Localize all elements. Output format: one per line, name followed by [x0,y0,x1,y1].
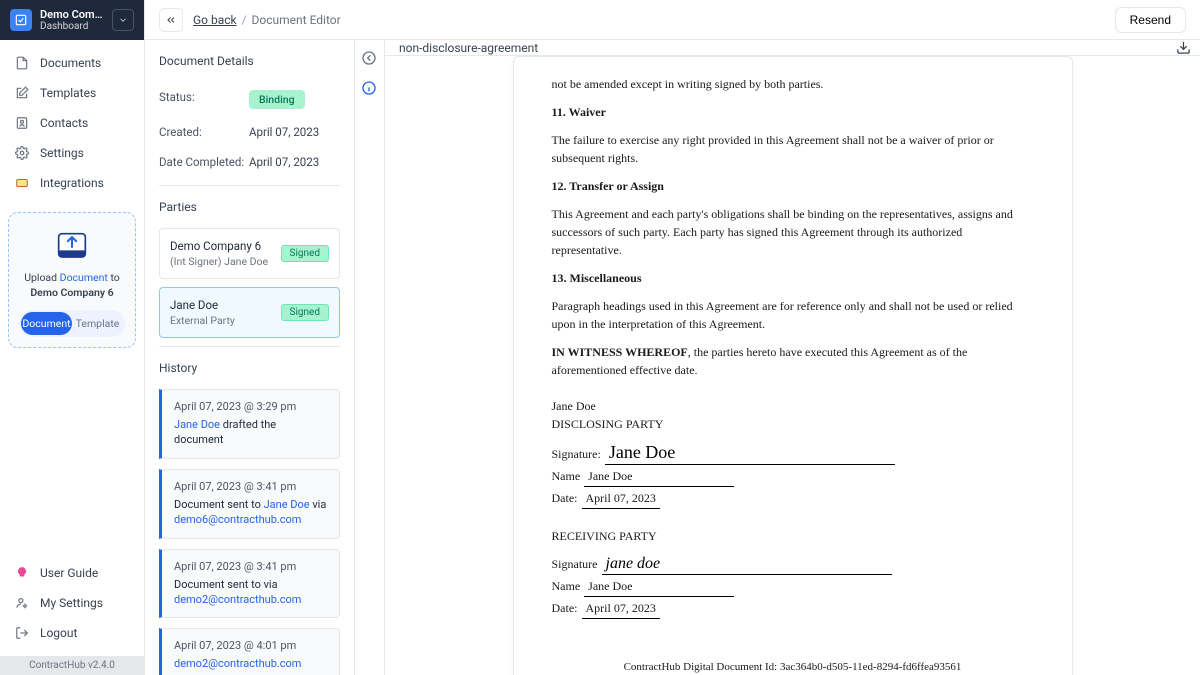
history-time: April 07, 2023 @ 4:01 pm [174,639,327,652]
section-heading: 11. Waiver [552,103,1034,121]
org-subtitle: Dashboard [40,21,104,32]
nav-logout[interactable]: Logout [0,618,144,648]
parties-heading: Parties [159,200,340,214]
history-actor[interactable]: Jane Doe [264,498,310,511]
signature-date: April 07, 2023 [582,489,660,509]
history-entry: April 07, 2023 @ 4:01 pm demo2@contracth… [159,628,340,675]
party-card[interactable]: Jane Doe External Party Signed [159,287,340,338]
signature-date: April 07, 2023 [582,599,660,619]
history-time: April 07, 2023 @ 3:41 pm [174,480,327,493]
user-settings-icon [14,595,30,611]
history-email[interactable]: demo2@contracthub.com [174,593,301,606]
document-id: ContractHub Digital Document Id: 3ac364b… [552,659,1034,675]
history-email[interactable]: demo2@contracthub.com [174,657,301,670]
history-time: April 07, 2023 @ 3:29 pm [174,400,327,413]
history-entry: April 07, 2023 @ 3:41 pm Document sent t… [159,469,340,539]
skip-back-icon[interactable] [361,50,379,68]
breadcrumb-back[interactable]: Go back [193,13,237,27]
history-entry: April 07, 2023 @ 3:41 pm Document sent t… [159,549,340,619]
gear-icon [14,145,30,161]
upload-type-toggle[interactable]: Document Template [19,310,125,337]
party-role: (Int Signer) Jane Doe [170,255,281,268]
breadcrumb-current: Document Editor [252,13,341,27]
history-time: April 07, 2023 @ 3:41 pm [174,560,327,573]
section-heading: 12. Transfer or Assign [552,177,1034,195]
nav-label: User Guide [40,566,98,580]
history-entry: April 07, 2023 @ 3:29 pm Jane Doe drafte… [159,389,340,459]
collapse-button[interactable] [159,8,183,32]
nav-label: Settings [40,146,84,160]
logout-icon [14,625,30,641]
signature-cursive: jane doe [606,555,661,572]
nav-label: Documents [40,56,101,70]
details-panel: Document Details Status: Binding Created… [145,40,355,675]
signature-typed-name: Jane Doe [584,577,734,597]
party-card[interactable]: Demo Company 6 (Int Signer) Jane Doe Sig… [159,228,340,279]
nav-integrations[interactable]: Integrations [0,168,144,198]
nav-label: Templates [40,86,96,100]
viewer-side-tools [355,40,385,675]
upload-icon [52,227,92,263]
completed-value: April 07, 2023 [249,155,319,169]
org-switcher[interactable]: Demo Compa... Dashboard [0,0,144,40]
download-button[interactable] [1166,40,1200,55]
status-badge: Binding [249,90,305,109]
nav-contacts[interactable]: Contacts [0,108,144,138]
status-label: Status: [159,90,249,109]
app-logo-icon [10,9,32,31]
history-actor[interactable]: Jane Doe [174,418,220,431]
nav-my-settings[interactable]: My Settings [0,588,144,618]
completed-label: Date Completed: [159,155,249,169]
document-bar: non-disclosure-agreement [385,40,1200,56]
signature-cursive: Jane Doe [609,442,675,462]
nav-label: Contacts [40,116,88,130]
document-viewer[interactable]: not be amended except in writing signed … [385,56,1200,675]
signature-block-disclosing: Jane Doe DISCLOSING PARTY Signature: Jan… [552,397,1034,509]
signature-block-receiving: RECEIVING PARTY Signaturejane doe Name J… [552,527,1034,619]
sidebar: Demo Compa... Dashboard Documents Templa… [0,0,145,675]
document-page: not be amended except in writing signed … [513,56,1073,675]
upload-tab-template[interactable]: Template [72,312,123,335]
nav-user-guide[interactable]: User Guide [0,558,144,588]
contacts-icon [14,115,30,131]
section-heading: 13. Miscellaneous [552,269,1034,287]
party-role: External Party [170,314,281,327]
app-version: ContractHub v2.4.0 [0,656,144,675]
party-status-badge: Signed [281,304,329,321]
upload-tab-document[interactable]: Document [21,312,72,335]
document-icon [14,55,30,71]
nav-label: Logout [40,626,77,640]
nav-templates[interactable]: Templates [0,78,144,108]
created-label: Created: [159,125,249,139]
topbar: Go back / Document Editor Resend [145,0,1200,40]
details-heading: Document Details [159,54,340,68]
nav-documents[interactable]: Documents [0,48,144,78]
template-icon [14,85,30,101]
party-status-badge: Signed [281,245,329,262]
nav-label: Integrations [40,176,104,190]
nav-settings[interactable]: Settings [0,138,144,168]
history-heading: History [159,361,340,375]
upload-dropzone[interactable]: Upload Document to Demo Company 6 Docume… [8,212,136,348]
info-icon[interactable] [361,80,379,98]
breadcrumb: Go back / Document Editor [193,13,341,27]
help-icon [14,565,30,581]
document-filename: non-disclosure-agreement [385,41,1166,55]
party-name: Jane Doe [170,298,281,312]
org-dropdown-toggle[interactable] [112,9,134,31]
party-name: Demo Company 6 [170,239,281,253]
history-email[interactable]: demo6@contracthub.com [174,513,301,526]
upload-text: Upload Document to Demo Company 6 [19,271,125,300]
nav-label: My Settings [40,596,103,610]
created-value: April 07, 2023 [249,125,319,139]
org-name: Demo Compa... [40,8,104,21]
integrations-icon [14,175,30,191]
signature-typed-name: Jane Doe [584,467,734,487]
resend-button[interactable]: Resend [1115,7,1186,33]
